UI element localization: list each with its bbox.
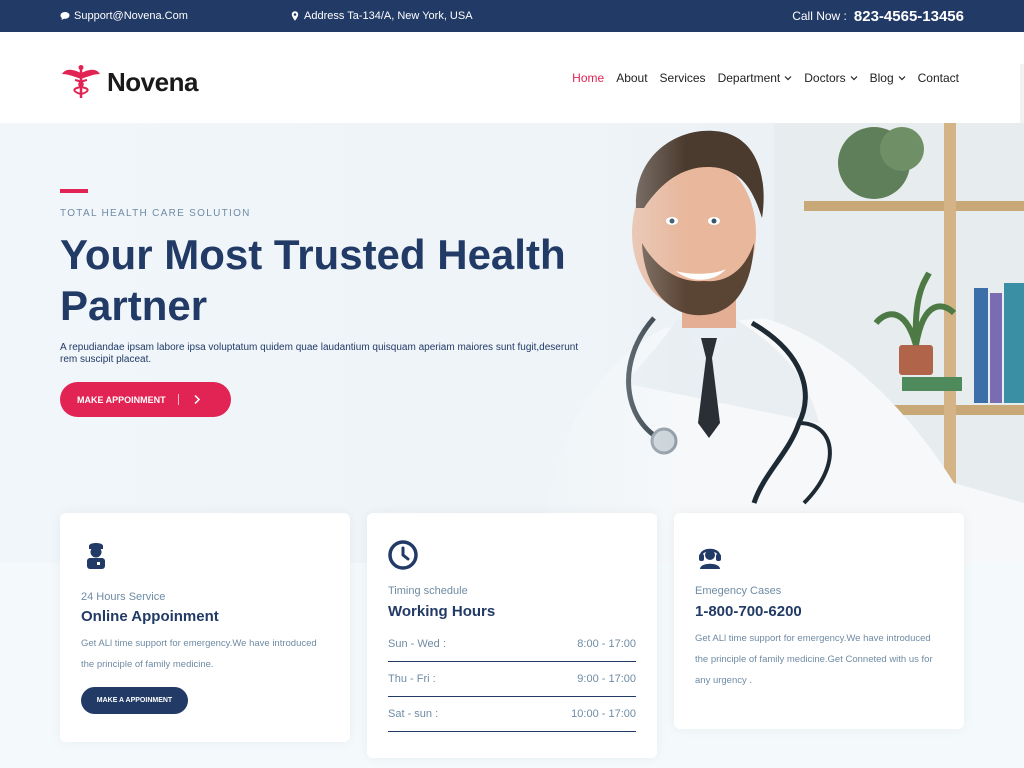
hours-day: Thu - Fri : — [388, 673, 436, 685]
hero-headline-line2: Partner — [60, 282, 208, 329]
hours-day: Sun - Wed : — [388, 638, 446, 650]
nav-item-contact-label: Contact — [917, 70, 959, 85]
nav-item-about[interactable]: About — [616, 71, 647, 85]
service-body: Get ALl time support for emergency.We ha… — [81, 638, 317, 670]
headset-icon — [699, 548, 721, 569]
hours-row: Sat - sun : 10:00 - 17:00 — [388, 697, 636, 732]
hours-time: 9:00 - 17:00 — [577, 673, 636, 685]
button-separator — [178, 394, 179, 405]
doctor-photo — [504, 123, 1024, 563]
nav-item-doctors-label: Doctors — [804, 70, 846, 85]
address: Address Ta-134/A, New York, USA — [290, 0, 473, 32]
nav-item-blog[interactable]: Blog — [870, 71, 906, 85]
hero-headline: Your Most Trusted Health Partner — [60, 229, 580, 331]
support-email[interactable]: Support@Novena.Com — [60, 0, 188, 32]
hours-time: 8:00 - 17:00 — [577, 638, 636, 650]
chevron-down-icon — [898, 75, 906, 80]
caduceus-icon — [62, 65, 100, 98]
nav-item-department-label: Department — [717, 70, 781, 85]
hours-small-label: Timing schedule — [388, 585, 468, 597]
make-appointment-label: MAKE APPOINMENT — [77, 394, 166, 405]
nav-item-services[interactable]: Services — [660, 71, 706, 85]
hours-row: Sun - Wed : 8:00 - 17:00 — [388, 627, 636, 662]
hero-headline-line1: Your Most Trusted Health — [60, 231, 566, 278]
nav-item-home[interactable]: Home — [572, 71, 604, 85]
chat-bubble-icon — [60, 12, 70, 20]
call-label: Call Now : — [792, 9, 847, 23]
nav-item-contact[interactable]: Contact — [918, 71, 959, 85]
hours-row: Thu - Fri : 9:00 - 17:00 — [388, 662, 636, 697]
accent-divider — [60, 189, 88, 193]
service-title: Online Appoinment — [81, 608, 219, 625]
emergency-phone[interactable]: 1-800-700-6200 — [695, 603, 802, 620]
brand-name: Novena — [107, 66, 198, 97]
working-hours-card: Timing schedule Working Hours Sun - Wed … — [367, 513, 657, 758]
main-navigation: Novena Home About Services Department Do… — [0, 32, 1024, 155]
nav-item-department[interactable]: Department — [718, 71, 793, 85]
nav-item-blog-label: Blog — [869, 70, 894, 85]
support-email-text: Support@Novena.Com — [74, 10, 188, 22]
service-small-label: 24 Hours Service — [81, 591, 166, 603]
make-appointment-button[interactable]: MAKE APPOINMENT — [60, 382, 231, 417]
doctor-icon — [87, 543, 105, 569]
hours-title: Working Hours — [388, 603, 496, 620]
hours-time: 10:00 - 17:00 — [571, 708, 636, 720]
hours-day: Sat - sun : — [388, 708, 439, 720]
chevron-down-icon — [784, 75, 792, 80]
brand-logo[interactable]: Novena — [61, 64, 198, 100]
emergency-body: Get ALl time support for emergency.We ha… — [695, 633, 933, 686]
chevron-down-icon — [850, 75, 858, 80]
nav-menu: Home About Services Department Doctors B… — [572, 32, 959, 123]
hero-eyebrow: TOTAL HEALTH CARE SOLUTION — [60, 208, 251, 219]
online-appointment-card: 24 Hours Service Online Appoinment Get A… — [60, 513, 350, 742]
hours-list: Sun - Wed : 8:00 - 17:00 Thu - Fri : 9:0… — [388, 627, 636, 732]
chevron-right-icon — [194, 394, 201, 405]
nav-item-doctors[interactable]: Doctors — [804, 70, 858, 85]
nav-item-services-label: Services — [659, 70, 706, 85]
clock-icon — [388, 540, 418, 570]
hero-description: A repudiandae ipsam labore ipsa voluptat… — [60, 342, 579, 365]
address-text: Address Ta-134/A, New York, USA — [304, 10, 473, 22]
phone-number[interactable]: 823-4565-13456 — [854, 8, 964, 25]
emergency-small-label: Emegency Cases — [695, 585, 782, 597]
top-bar: Support@Novena.Com Address Ta-134/A, New… — [0, 0, 1024, 32]
hero-banner: TOTAL HEALTH CARE SOLUTION Your Most Tru… — [0, 123, 1024, 563]
map-pin-icon — [291, 11, 299, 21]
make-a-appointment-button[interactable]: MAKE A APPOINMENT — [81, 687, 188, 714]
nav-item-about-label: About — [616, 70, 648, 85]
nav-item-home-label: Home — [572, 70, 605, 85]
emergency-card: Emegency Cases 1-800-700-6200 Get ALl ti… — [674, 513, 964, 729]
call-now[interactable]: Call Now : 823-4565-13456 — [792, 0, 964, 32]
